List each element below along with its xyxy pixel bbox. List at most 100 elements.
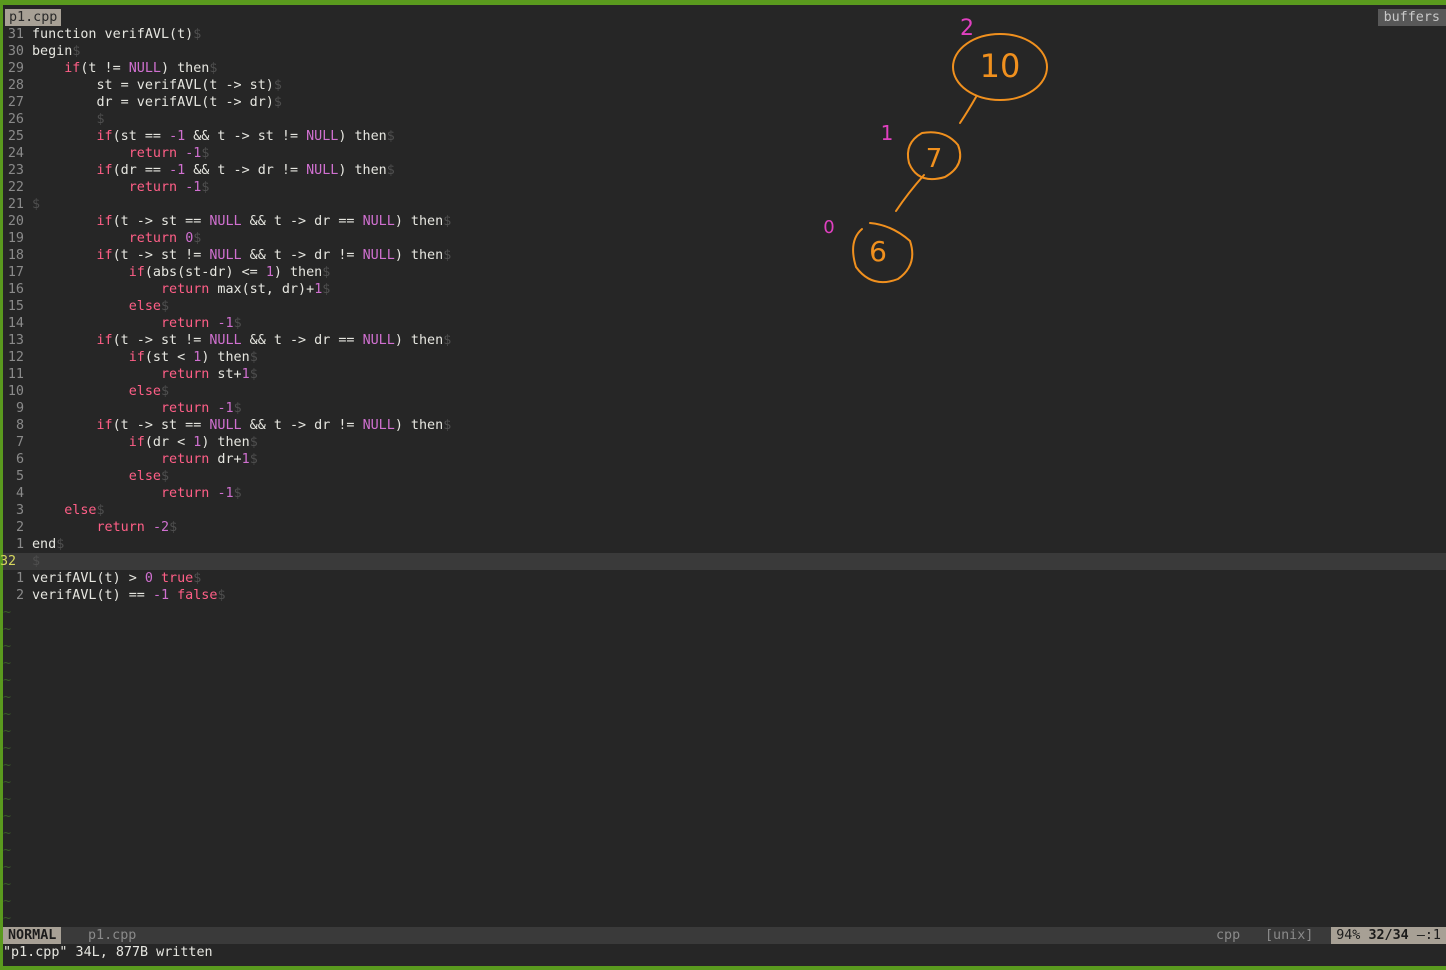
mode-indicator: NORMAL [3,927,62,944]
line-number: 2 [15,520,24,535]
tree-edge-10-7 [959,96,977,124]
code-line[interactable]: 6 return dr+1$ [3,451,1446,468]
code-line[interactable]: 22 return -1$ [3,179,1446,196]
height-label-10: 2 [960,16,974,41]
line-text: else$ [128,299,170,314]
line-number: 9 [15,401,24,416]
avl-tree-sketch: 10 7 6 2 1 0 [823,16,1048,283]
empty-line-tilde: ~ [3,741,12,756]
status-filename: p1.cpp [88,928,137,943]
code-line[interactable]: 27 dr = verifAVL(t -> dr)$ [3,94,1446,111]
empty-line-tilde: ~ [3,860,12,875]
editor-buffer[interactable]: 31 function verifAVL(t)$ 30 begin$ 29 if(t !… [0,26,1446,604]
code-line[interactable]: 1 end$ [3,536,1446,553]
height-label-7: 1 [881,121,894,145]
empty-line-tilde: ~ [3,656,12,671]
code-line[interactable]: 28 st = verifAVL(t -> st)$ [3,77,1446,94]
code-line[interactable]: 3 else$ [3,502,1446,519]
line-text: end$ [32,537,65,552]
command-line[interactable]: "p1.cpp" 34L, 877B written [3,944,213,961]
cursor-line[interactable]: 32 $ [0,553,1446,570]
code-line[interactable]: 19 return 0$ [3,230,1446,247]
line-text: if(dr == -1 && t -> dr != NULL) then$ [96,163,395,178]
line-text: dr = verifAVL(t -> dr)$ [32,95,282,110]
code-line[interactable]: 30 begin$ [3,43,1446,60]
tree-edge-7-6 [895,174,925,212]
empty-line-tilde: ~ [3,826,12,841]
code-line[interactable]: 8 if(t -> st == NULL && t -> dr != NULL)… [3,417,1446,434]
code-line[interactable]: 1 verifAVL(t) > 0 true$ [3,570,1446,587]
status-fileformat: [unix] [1265,928,1314,943]
line-number: 28 [7,78,24,93]
line-number: 21 [7,197,24,212]
buffers-label[interactable]: buffers [1377,9,1446,26]
code-line[interactable]: 16 return max(st, dr)+1$ [3,281,1446,298]
empty-line-tilde: ~ [3,894,12,909]
line-number: 1 [15,571,24,586]
line-text: return -2$ [96,520,178,535]
code-line[interactable]: 29 if(t != NULL) then$ [3,60,1446,77]
empty-line-tilde: ~ [3,775,12,790]
line-number: 1 [15,537,24,552]
line-number: 30 [7,44,24,59]
code-line[interactable]: 13 if(t -> st != NULL && t -> dr == NULL… [3,332,1446,349]
code-line[interactable]: 5 else$ [3,468,1446,485]
line-number: 29 [7,61,24,76]
line-number: 4 [15,486,24,501]
code-line[interactable]: 18 if(t -> st != NULL && t -> dr != NULL… [3,247,1446,264]
code-line[interactable]: 14 return -1$ [3,315,1446,332]
code-line[interactable]: 24 return -1$ [3,145,1446,162]
code-line[interactable]: 11 return st+1$ [3,366,1446,383]
code-line[interactable]: 21 $ [3,196,1446,213]
line-number: 26 [7,112,24,127]
line-number: 17 [7,265,24,280]
line-text: if(dr < 1) then$ [128,435,258,450]
status-percent: 94% [1336,928,1361,943]
line-text: if(t != NULL) then$ [64,61,218,76]
statusline: NORMAL p1.cpp cpp [unix] 94% 32/34 —:1 [3,927,1446,944]
line-text: return dr+1$ [161,452,258,467]
code-line[interactable]: 25 if(st == -1 && t -> st != NULL) then$ [3,128,1446,145]
code-line[interactable]: 26 $ [3,111,1446,128]
status-filetype: cpp [1216,928,1241,943]
line-text: $ [32,554,41,569]
code-line[interactable]: 4 return -1$ [3,485,1446,502]
code-line[interactable]: 9 return -1$ [3,400,1446,417]
line-number: 6 [15,452,24,467]
code-line[interactable]: 10 else$ [3,383,1446,400]
empty-line-tilde: ~ [3,605,12,620]
line-text: begin$ [32,44,81,59]
line-number: 32 [0,554,17,569]
code-line[interactable]: 17 if(abs(st-dr) <= 1) then$ [3,264,1446,281]
code-line[interactable]: 31 function verifAVL(t)$ [3,26,1446,43]
code-line[interactable]: 2 return -2$ [3,519,1446,536]
line-text: return -1$ [161,486,242,501]
empty-line-tilde: ~ [3,673,12,688]
line-number: 22 [7,180,24,195]
tab-current-file[interactable]: p1.cpp [5,9,62,26]
code-line[interactable]: 2 verifAVL(t) == -1 false$ [3,587,1446,604]
line-text: return -1$ [128,146,210,161]
line-text: st = verifAVL(t -> st)$ [32,78,282,93]
line-text: return -1$ [161,401,242,416]
line-number: 15 [7,299,24,314]
code-line[interactable]: 7 if(dr < 1) then$ [3,434,1446,451]
code-line[interactable]: 20 if(t -> st == NULL && t -> dr == NULL… [3,213,1446,230]
line-text: if(abs(st-dr) <= 1) then$ [128,265,331,280]
line-text: function verifAVL(t)$ [32,27,202,42]
code-line[interactable]: 15 else$ [3,298,1446,315]
empty-line-markers: ~ ~ ~ ~ ~ ~ ~ ~ ~ ~ ~ ~ ~ ~ ~ ~ ~ ~ ~ [3,604,11,927]
tabline: p1.cpp buffers [3,9,1446,26]
empty-line-tilde: ~ [3,911,12,926]
line-number: 16 [7,282,24,297]
line-text: return -1$ [161,316,242,331]
line-number: 2 [15,588,24,603]
line-text: $ [32,197,41,212]
code-line[interactable]: 12 if(st < 1) then$ [3,349,1446,366]
line-number: 7 [15,435,24,450]
code-line[interactable]: 23 if(dr == -1 && t -> dr != NULL) then$ [3,162,1446,179]
line-text: verifAVL(t) == -1 false$ [32,588,226,603]
empty-line-tilde: ~ [3,690,12,705]
line-number: 13 [7,333,24,348]
empty-line-tilde: ~ [3,639,12,654]
